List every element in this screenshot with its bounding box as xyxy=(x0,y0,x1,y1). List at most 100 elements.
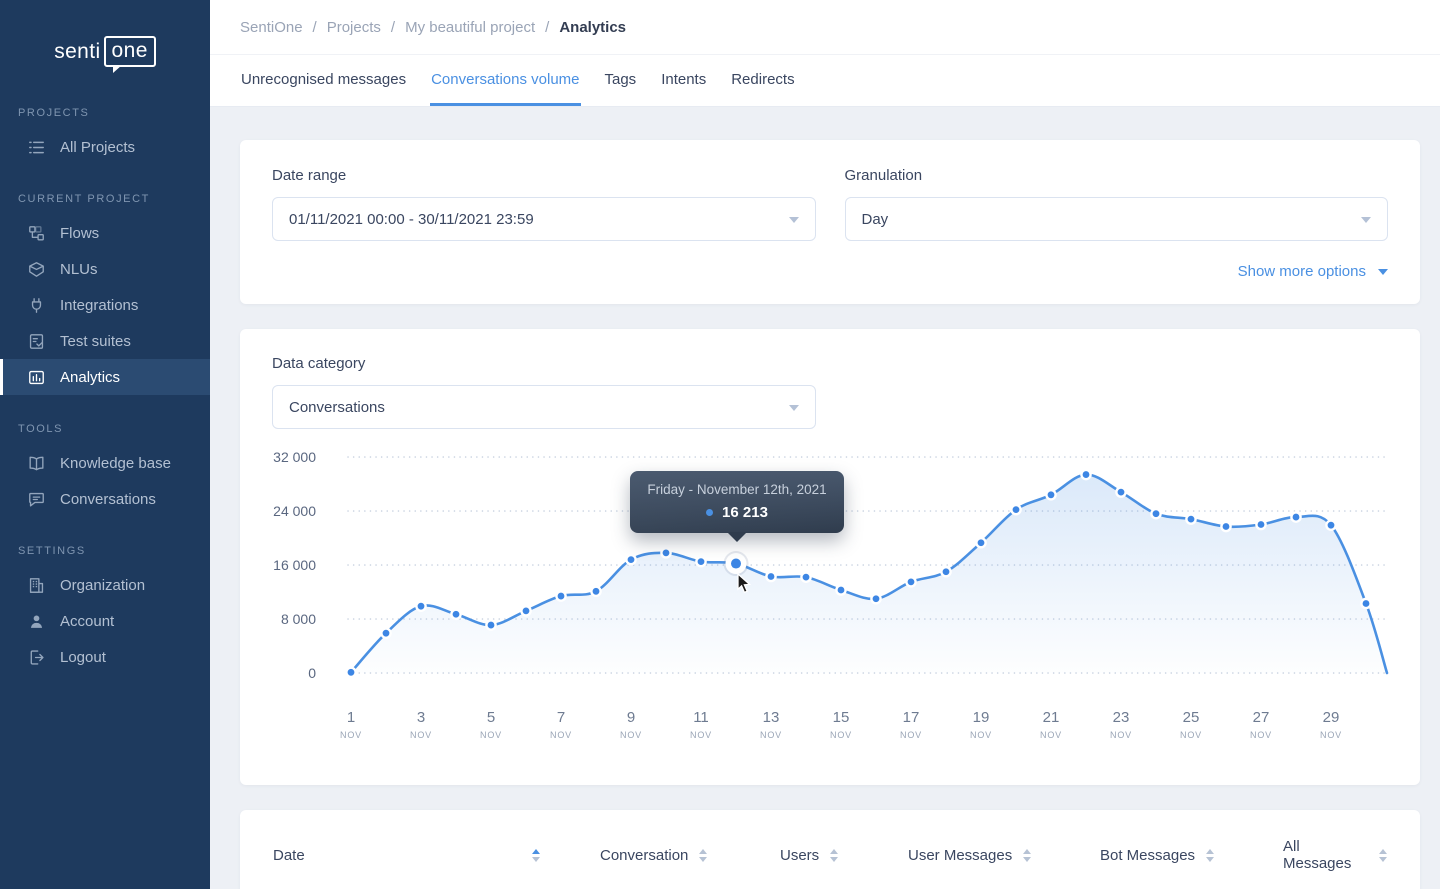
sidebar-item-label: Organization xyxy=(60,577,145,594)
sort-arrows-icon[interactable] xyxy=(1023,849,1031,862)
breadcrumb-separator: / xyxy=(391,19,395,36)
sidebar-item-knowledge-base[interactable]: Knowledge base xyxy=(0,445,210,481)
x-axis-day-label: 1 xyxy=(347,709,355,726)
column-header-date[interactable]: Date xyxy=(273,847,600,864)
chart-point[interactable] xyxy=(906,577,915,586)
sidebar-item-conversations[interactable]: Conversations xyxy=(0,481,210,517)
chart-point-selected[interactable] xyxy=(731,559,741,569)
chart-point[interactable] xyxy=(451,610,460,619)
chart-point[interactable] xyxy=(696,557,705,566)
chart-point[interactable] xyxy=(1326,521,1335,530)
column-header-bot-messages[interactable]: Bot Messages xyxy=(1100,847,1283,864)
column-label: All Messages xyxy=(1283,838,1368,872)
x-axis-month-label: NOV xyxy=(970,730,992,740)
sort-arrows-icon[interactable] xyxy=(699,849,707,862)
chart-point[interactable] xyxy=(1361,599,1370,608)
breadcrumb-link-my-beautiful-project[interactable]: My beautiful project xyxy=(405,19,535,36)
y-axis-tick-label: 16 000 xyxy=(273,557,316,573)
breadcrumb-separator: / xyxy=(545,19,549,36)
sidebar-item-test-suites[interactable]: Test suites xyxy=(0,323,210,359)
filters-card: Date range 01/11/2021 00:00 - 30/11/2021… xyxy=(240,140,1420,304)
breadcrumb-link-sentione[interactable]: SentiOne xyxy=(240,19,303,36)
chart-point[interactable] xyxy=(1081,470,1090,479)
nlu-box-icon xyxy=(27,260,46,279)
chart-point[interactable] xyxy=(1256,520,1265,529)
chart-point[interactable] xyxy=(941,567,950,576)
chart-point[interactable] xyxy=(416,602,425,611)
tab-unrecognised-messages[interactable]: Unrecognised messages xyxy=(240,55,407,106)
tab-tags[interactable]: Tags xyxy=(604,55,638,106)
x-axis-month-label: NOV xyxy=(1110,730,1132,740)
chart-point[interactable] xyxy=(1116,488,1125,497)
x-axis-day-label: 29 xyxy=(1323,709,1340,726)
sidebar-nav: PROJECTSAll ProjectsCURRENT PROJECTFlows… xyxy=(0,107,210,675)
x-axis-month-label: NOV xyxy=(830,730,852,740)
sort-arrows-icon[interactable] xyxy=(1379,849,1387,862)
tab-intents[interactable]: Intents xyxy=(660,55,707,106)
breadcrumb-link-projects[interactable]: Projects xyxy=(327,19,381,36)
chart-point[interactable] xyxy=(1186,515,1195,524)
column-header-conversation[interactable]: Conversation xyxy=(600,847,780,864)
granulation-value: Day xyxy=(862,211,889,228)
sentione-logo[interactable]: senti one xyxy=(0,36,210,67)
x-axis-day-label: 17 xyxy=(903,709,920,726)
column-header-all-messages[interactable]: All Messages xyxy=(1283,838,1387,872)
chart-point[interactable] xyxy=(521,606,530,615)
person-icon xyxy=(27,612,46,631)
logo-speech-bubble: one xyxy=(104,36,156,67)
data-category-select[interactable]: Conversations xyxy=(272,385,816,429)
chart-point[interactable] xyxy=(1151,509,1160,518)
chart-point[interactable] xyxy=(836,585,845,594)
sidebar-item-account[interactable]: Account xyxy=(0,603,210,639)
chart-point[interactable] xyxy=(556,591,565,600)
chart-point[interactable] xyxy=(871,594,880,603)
date-range-select[interactable]: 01/11/2021 00:00 - 30/11/2021 23:59 xyxy=(272,197,816,241)
app-root: senti one PROJECTSAll ProjectsCURRENT PR… xyxy=(0,0,1440,889)
chart-point[interactable] xyxy=(801,573,810,582)
chart-point[interactable] xyxy=(1291,512,1300,521)
sidebar-item-analytics[interactable]: Analytics xyxy=(0,359,210,395)
sidebar-item-label: Analytics xyxy=(60,369,120,386)
series-bullet-icon xyxy=(706,509,713,516)
conversations-volume-chart-card: Data category Conversations 08 00016 000… xyxy=(240,329,1420,785)
chart-point[interactable] xyxy=(591,587,600,596)
chart-point[interactable] xyxy=(766,572,775,581)
breadcrumb-current: Analytics xyxy=(559,19,626,36)
column-header-user-messages[interactable]: User Messages xyxy=(908,847,1100,864)
sidebar-item-nlus[interactable]: NLUs xyxy=(0,251,210,287)
sort-arrows-icon[interactable] xyxy=(532,849,540,862)
chart-point[interactable] xyxy=(1221,522,1230,531)
building-icon xyxy=(27,576,46,595)
tab-conversations-volume[interactable]: Conversations volume xyxy=(430,55,580,106)
sidebar-item-logout[interactable]: Logout xyxy=(0,639,210,675)
chart-point[interactable] xyxy=(381,629,390,638)
data-category-label: Data category xyxy=(272,355,816,372)
chart-point[interactable] xyxy=(976,538,985,547)
tab-redirects[interactable]: Redirects xyxy=(730,55,795,106)
sidebar-item-flows[interactable]: Flows xyxy=(0,215,210,251)
test-checklist-icon xyxy=(27,332,46,351)
column-header-users[interactable]: Users xyxy=(780,847,908,864)
data-category-value: Conversations xyxy=(289,399,385,416)
chart-point[interactable] xyxy=(661,548,670,557)
plug-icon xyxy=(27,296,46,315)
caret-down-icon xyxy=(1378,269,1388,275)
breadcrumb-separator: / xyxy=(313,19,317,36)
sidebar-item-label: NLUs xyxy=(60,261,98,278)
sidebar-item-organization[interactable]: Organization xyxy=(0,567,210,603)
sort-arrows-icon[interactable] xyxy=(1206,849,1214,862)
show-more-options-link[interactable]: Show more options xyxy=(1238,263,1388,280)
x-axis-day-label: 15 xyxy=(833,709,850,726)
chart-point[interactable] xyxy=(626,555,635,564)
x-axis-month-label: NOV xyxy=(1320,730,1342,740)
sidebar-item-integrations[interactable]: Integrations xyxy=(0,287,210,323)
sidebar-item-all-projects[interactable]: All Projects xyxy=(0,129,210,165)
tooltip-value: 16 213 xyxy=(722,504,768,521)
chart-point[interactable] xyxy=(346,668,355,677)
chart-point[interactable] xyxy=(486,620,495,629)
chart-point[interactable] xyxy=(1046,490,1055,499)
granulation-select[interactable]: Day xyxy=(845,197,1389,241)
chart-point[interactable] xyxy=(1011,505,1020,514)
sort-arrows-icon[interactable] xyxy=(830,849,838,862)
x-axis-day-label: 9 xyxy=(627,709,635,726)
